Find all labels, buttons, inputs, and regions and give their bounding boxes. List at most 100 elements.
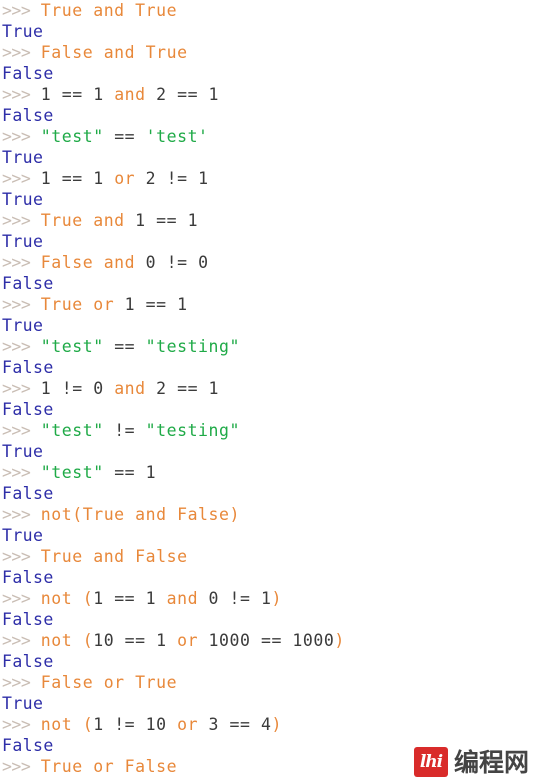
code-token-kw: True [135, 1, 178, 20]
repl-output-line: False [0, 105, 535, 126]
code-token-op: == [114, 337, 136, 356]
code-token-punct: ( [82, 589, 94, 608]
output-value: False [2, 400, 54, 419]
code-token-num: 10 [145, 715, 167, 734]
repl-output-line: True [0, 315, 535, 336]
repl-output-line: False [0, 357, 535, 378]
repl-prompt: >>> [2, 295, 31, 314]
code-token-punct: ) [271, 715, 282, 734]
code-token-num: 1 [93, 85, 104, 104]
code-token-op: == [61, 169, 83, 188]
code-token-op: != [61, 379, 83, 398]
code-token-num: 1 [124, 295, 136, 314]
code-token-kw: and [93, 1, 125, 20]
repl-output-line: False [0, 63, 535, 84]
output-value: False [2, 736, 54, 755]
code-token-kw: False [135, 547, 188, 566]
code-token-num: 1 [208, 85, 220, 104]
repl-prompt: >>> [2, 505, 31, 524]
repl-input-line: >>> not(True and False) [0, 504, 535, 525]
code-token-str: 'test' [145, 127, 209, 146]
code-token-kw: False [40, 253, 94, 272]
code-token-num: 1 [198, 169, 209, 188]
code-token-num: 1000 [292, 631, 335, 650]
code-token-kw: and [166, 589, 199, 608]
output-value: True [2, 694, 44, 713]
repl-prompt: >>> [2, 547, 31, 566]
code-token-op: != [166, 169, 188, 188]
code-token-kw: and [135, 505, 167, 524]
code-token-op: != [229, 589, 251, 608]
output-value: False [2, 484, 54, 503]
code-token-op: == [114, 127, 136, 146]
output-value: False [2, 64, 54, 83]
code-token-num: 2 [145, 169, 157, 188]
code-token-kw: and [114, 379, 146, 398]
code-token-op: == [229, 715, 251, 734]
code-token-num: 0 [198, 253, 209, 272]
code-token-num: 0 [93, 379, 104, 398]
code-token-punct: ( [82, 631, 94, 650]
code-token-op: != [114, 421, 136, 440]
code-token-op: == [260, 631, 282, 650]
repl-input-line: >>> True and True [0, 0, 535, 21]
code-token-num: 1 [177, 295, 188, 314]
output-value: True [2, 22, 44, 41]
repl-prompt: >>> [2, 85, 31, 104]
repl-prompt: >>> [2, 379, 31, 398]
code-token-num: 1 [208, 379, 220, 398]
repl-prompt: >>> [2, 715, 31, 734]
code-token-num: 1 [93, 169, 104, 188]
output-value: True [2, 526, 44, 545]
code-token-kw: False [177, 505, 230, 524]
repl-input-line: >>> not (1 != 10 or 3 == 4) [0, 714, 535, 735]
output-value: False [2, 652, 54, 671]
code-token-op: == [114, 463, 136, 482]
code-token-op: != [114, 715, 136, 734]
repl-input-line: >>> not (1 == 1 and 0 != 1) [0, 588, 535, 609]
code-token-op: == [114, 589, 136, 608]
code-token-str: "testing" [145, 421, 240, 440]
code-token-punct: ) [271, 589, 282, 608]
site-watermark: lhi 编程网 [413, 747, 529, 777]
repl-output-line: False [0, 483, 535, 504]
repl-input-line: >>> False and True [0, 42, 535, 63]
code-token-num: 1 [40, 379, 52, 398]
repl-input-line: >>> True and 1 == 1 [0, 210, 535, 231]
repl-output-line: False [0, 399, 535, 420]
repl-input-line: >>> 1 != 0 and 2 == 1 [0, 378, 535, 399]
repl-prompt: >>> [2, 463, 31, 482]
code-token-str: "test" [40, 337, 104, 356]
